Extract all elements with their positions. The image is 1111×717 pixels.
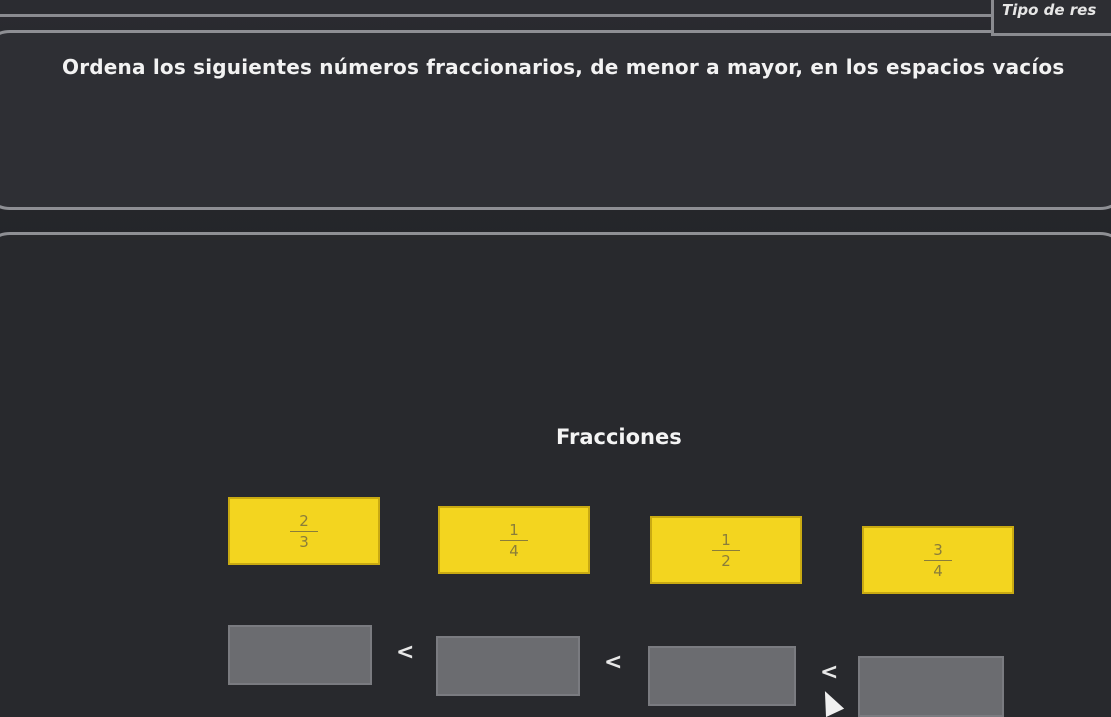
top-strip — [0, 0, 1111, 17]
response-type-label: Tipo de res — [991, 0, 1111, 36]
fraction: 3 4 — [924, 542, 952, 579]
numerator: 1 — [509, 520, 519, 539]
less-than-sign: < — [820, 660, 839, 685]
screen: Ordena los siguientes números fraccionar… — [0, 0, 1111, 717]
drop-slot-1[interactable] — [228, 625, 372, 685]
fraction: 1 4 — [500, 522, 528, 559]
less-than-sign: < — [396, 640, 415, 665]
fraction-bar — [500, 539, 528, 541]
fraction-card-3[interactable]: 1 2 — [650, 516, 802, 584]
fraction-card-2[interactable]: 1 4 — [438, 506, 590, 574]
numerator: 1 — [721, 530, 731, 549]
fraction: 2 3 — [290, 513, 318, 550]
fraction-card-4[interactable]: 3 4 — [862, 526, 1014, 594]
denominator: 3 — [299, 532, 309, 551]
drop-slot-4[interactable] — [858, 656, 1004, 717]
less-than-sign: < — [604, 650, 623, 675]
fraction-bar — [924, 559, 952, 561]
section-title: Fracciones — [556, 425, 682, 449]
numerator: 2 — [299, 511, 309, 530]
denominator: 4 — [509, 541, 519, 560]
denominator: 4 — [933, 561, 943, 580]
denominator: 2 — [721, 551, 731, 570]
fraction: 1 2 — [712, 532, 740, 569]
numerator: 3 — [933, 540, 943, 559]
fraction-card-1[interactable]: 2 3 — [228, 497, 380, 565]
drop-slot-3[interactable] — [648, 646, 796, 706]
drop-slot-2[interactable] — [436, 636, 580, 696]
fraction-bar — [712, 549, 740, 551]
question-text: Ordena los siguientes números fraccionar… — [62, 55, 1065, 79]
fraction-bar — [290, 530, 318, 532]
